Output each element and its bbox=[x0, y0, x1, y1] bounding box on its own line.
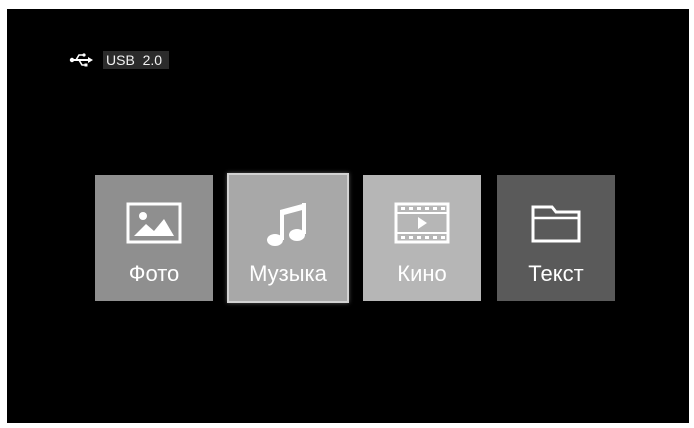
film-icon bbox=[394, 202, 450, 244]
menu-item-music[interactable]: Музыка bbox=[227, 173, 349, 303]
menu-item-label: Текст bbox=[528, 261, 584, 286]
usb-icon bbox=[69, 53, 93, 67]
menu-item-photo[interactable]: Фото bbox=[95, 175, 213, 301]
menu-item-label: Фото bbox=[128, 261, 180, 286]
usb-source-label: USB 2.0 bbox=[103, 51, 170, 69]
image-icon bbox=[126, 202, 182, 244]
folder-icon bbox=[531, 205, 581, 243]
menu-item-text[interactable]: Текст bbox=[497, 175, 615, 301]
media-player-screen: USB 2.0 Фото Музыка Кино Текст bbox=[7, 9, 689, 423]
source-indicator: USB 2.0 bbox=[69, 51, 170, 69]
menu-item-label: Кино bbox=[397, 261, 447, 286]
menu-item-video[interactable]: Кино bbox=[363, 175, 481, 301]
music-note-icon bbox=[267, 203, 306, 246]
menu-item-label: Музыка bbox=[249, 261, 327, 286]
